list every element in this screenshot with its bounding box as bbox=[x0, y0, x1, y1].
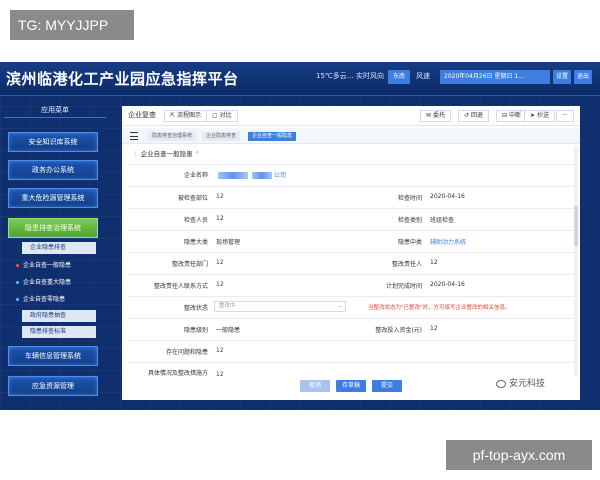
resp-person-value: 12 bbox=[430, 259, 438, 266]
sidebar-subitem-enterprise-check[interactable]: 企业隐患排查 bbox=[22, 242, 96, 254]
breadcrumb-item[interactable]: 隐患排查治理系统 bbox=[148, 132, 197, 141]
breadcrumb: 隐患排查治理系统 企业隐患排查 企业自查一般隐患 bbox=[122, 128, 580, 144]
sidebar-heading: 应用菜单 bbox=[4, 102, 106, 118]
tab-enterprise-review[interactable]: 企业复查 bbox=[128, 110, 156, 120]
hazard-category-label: 隐患大类 bbox=[183, 239, 208, 246]
delegate-icon: ✉ bbox=[426, 112, 433, 119]
more-button[interactable]: ··· bbox=[556, 110, 574, 122]
level-value: 一般隐患 bbox=[216, 327, 241, 334]
sidebar-subitem-zero[interactable]: 企业自查零隐患 bbox=[16, 294, 65, 303]
hazard-category-value: 现场管理 bbox=[216, 239, 241, 246]
measure-value: 12 bbox=[216, 371, 224, 378]
level-label: 隐患级别 bbox=[183, 327, 208, 334]
status-label: 整改状态 bbox=[183, 305, 208, 312]
chevron-down-icon: ⌄ bbox=[337, 303, 342, 309]
inspector-value: 12 bbox=[216, 215, 224, 222]
panel-tab-bar: 企业复查 ⇱ 流程图示 ▢ 对比 ✉ 委托 ↺ 回退 ⊟ 中断 ➤ 抄送 ··· bbox=[122, 106, 580, 126]
fund-value: 12 bbox=[430, 325, 438, 332]
wind-speed-label: 风速 bbox=[416, 72, 430, 80]
resp-dept-label: 整改责任部门 bbox=[171, 261, 208, 268]
resp-dept-value: 12 bbox=[216, 259, 224, 266]
sidebar: 应用菜单 安全知识库系统 政务办公系统 重大危险源管理系统 隐患排查治理系统 企… bbox=[0, 100, 110, 410]
dept-label: 被检查部位 bbox=[177, 195, 208, 202]
hazard-subcategory-label: 隐患中类 bbox=[397, 239, 422, 246]
sidebar-item-vehicle[interactable]: 车辆信息管理系统 bbox=[8, 346, 98, 366]
return-button[interactable]: ↺ 回退 bbox=[458, 110, 489, 122]
company-name-label: 企业名称 bbox=[183, 172, 208, 179]
company-name-value: 公司 bbox=[216, 170, 286, 179]
wind-direction-button[interactable]: 东南 bbox=[388, 70, 410, 84]
cancel-button[interactable]: 取消 bbox=[300, 380, 330, 392]
sidebar-subitem-major[interactable]: 企业自查重大隐患 bbox=[16, 277, 71, 286]
problem-value: 12 bbox=[216, 347, 224, 354]
interrupt-icon: ⊟ bbox=[502, 112, 509, 119]
menu-icon[interactable] bbox=[130, 132, 138, 140]
app-screenshot: 滨州临港化工产业园应急指挥平台 15℃多云… 实时风向 东南 风速 2020年0… bbox=[0, 62, 600, 410]
section-title: ⋮ 企业自查一般隐患 ⌃ bbox=[132, 150, 201, 158]
flowchart-button[interactable]: ⇱ 流程图示 bbox=[164, 110, 207, 122]
breadcrumb-current[interactable]: 企业自查一般隐患 bbox=[248, 132, 297, 141]
inspector-label: 检查人员 bbox=[183, 217, 208, 224]
settings-button[interactable]: 设置 bbox=[553, 70, 571, 84]
contact-value: 12 bbox=[216, 281, 224, 288]
check-type-label: 检查类别 bbox=[397, 217, 422, 224]
problem-label: 存在问题和隐患 bbox=[165, 349, 208, 356]
collapse-icon[interactable]: ⌃ bbox=[193, 150, 200, 158]
send-icon: ➤ bbox=[530, 112, 537, 119]
check-type-value: 班组检查 bbox=[430, 217, 455, 224]
flow-icon: ⇱ bbox=[170, 112, 177, 119]
delegate-button[interactable]: ✉ 委托 bbox=[420, 110, 451, 122]
scrollbar[interactable] bbox=[574, 146, 578, 376]
wechat-icon bbox=[496, 379, 506, 388]
required-marker: * bbox=[204, 303, 207, 310]
contact-label: 整改责任人联系方式 bbox=[153, 283, 208, 290]
return-icon: ↺ bbox=[464, 112, 471, 119]
sidebar-item-hazard-check[interactable]: 隐患排查治理系统 bbox=[8, 218, 98, 238]
save-draft-button[interactable]: 存草稿 bbox=[336, 380, 366, 392]
bottom-url-tag: pf-top-ayx.com bbox=[446, 440, 592, 470]
logout-button[interactable]: 退出 bbox=[574, 70, 592, 84]
hazard-subcategory-value[interactable]: 辅助动力系统 bbox=[430, 237, 466, 246]
plan-date-value: 2020-04-16 bbox=[430, 281, 465, 288]
check-time-label: 检查时间 bbox=[397, 195, 422, 202]
dept-value: 12 bbox=[216, 193, 224, 200]
sidebar-subitem-general[interactable]: 企业自查一般隐患 bbox=[16, 260, 71, 269]
sidebar-subitem-standard[interactable]: 隐患排查标准 bbox=[22, 326, 96, 338]
status-select[interactable]: 整改中 ⌄ bbox=[214, 301, 346, 312]
breadcrumb-item[interactable]: 企业隐患排查 bbox=[202, 132, 241, 141]
sidebar-item-resources[interactable]: 应急资源管理 bbox=[8, 376, 98, 396]
compare-icon: ▢ bbox=[212, 112, 220, 119]
fund-label: 整改投入资金(元) bbox=[375, 327, 422, 334]
sidebar-subitem-government[interactable]: 政府隐患抽查 bbox=[22, 310, 96, 322]
sidebar-item-office[interactable]: 政务办公系统 bbox=[8, 160, 98, 180]
weather-info: 15℃多云… 实时风向 bbox=[316, 72, 384, 80]
main-panel: 企业复查 ⇱ 流程图示 ▢ 对比 ✉ 委托 ↺ 回退 ⊟ 中断 ➤ 抄送 ···… bbox=[122, 106, 580, 400]
title-bar: 滨州临港化工产业园应急指挥平台 15℃多云… 实时风向 东南 风速 2020年0… bbox=[0, 62, 600, 96]
measure-label: 具体情况及整改措施方 bbox=[147, 370, 208, 377]
top-watermark-tag: TG: MYYJJPP bbox=[10, 10, 134, 40]
submit-button[interactable]: 提交 bbox=[372, 380, 402, 392]
interrupt-button[interactable]: ⊟ 中断 bbox=[496, 110, 527, 122]
app-title: 滨州临港化工产业园应急指挥平台 bbox=[6, 70, 239, 88]
check-time-value: 2020-04-16 bbox=[430, 193, 465, 200]
plan-date-label: 计划完成时间 bbox=[385, 283, 422, 290]
compare-button[interactable]: ▢ 对比 bbox=[206, 110, 238, 122]
date-display: 2020年04月26日 星期日 1… bbox=[440, 70, 550, 84]
resp-person-label: 整改责任人 bbox=[391, 261, 422, 268]
sidebar-item-knowledge[interactable]: 安全知识库系统 bbox=[8, 132, 98, 152]
sidebar-item-hazard-source[interactable]: 重大危险源管理系统 bbox=[8, 188, 98, 208]
status-note: 当整改状态为"已整改"时，方可填写企业整改的相关信息。 bbox=[368, 305, 511, 311]
watermark-logo: 安元科技 bbox=[496, 376, 545, 389]
cc-button[interactable]: ➤ 抄送 bbox=[524, 110, 555, 122]
